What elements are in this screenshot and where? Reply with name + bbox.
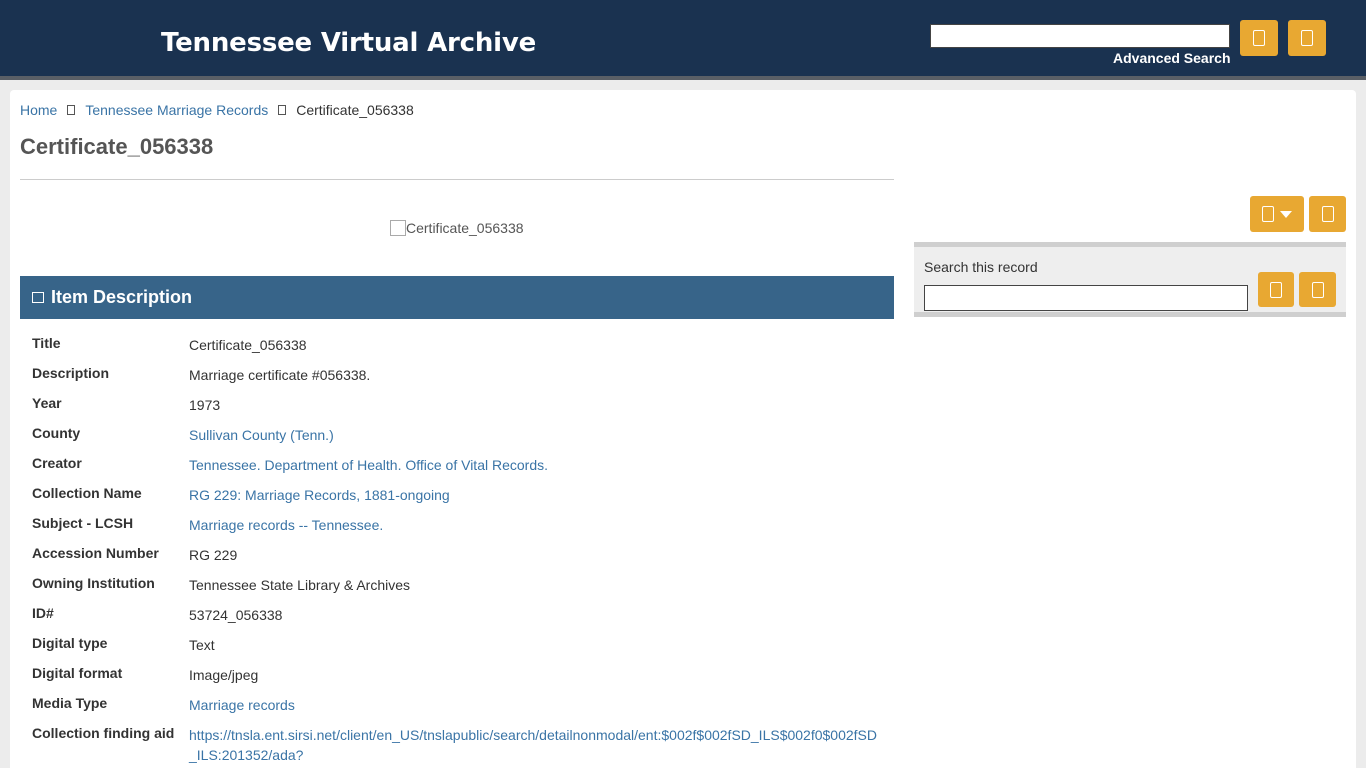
- metadata-label: Collection finding aid: [32, 725, 175, 741]
- metadata-label: Subject - LCSH: [32, 515, 134, 531]
- site-title[interactable]: Tennessee Virtual Archive: [161, 28, 536, 58]
- metadata-value: Image/jpeg: [189, 667, 259, 683]
- breadcrumb: Home Tennessee Marriage Records Certific…: [20, 102, 414, 118]
- browse-icon: [1301, 30, 1313, 46]
- search-icon: [1253, 30, 1265, 46]
- thumbnail-alt-text: Certificate_056338: [406, 220, 524, 236]
- chevron-right-icon: [278, 105, 287, 115]
- metadata-value-link[interactable]: Marriage records -- Tennessee.: [189, 515, 879, 535]
- clear-icon: [1311, 281, 1324, 298]
- metadata-label: Media Type: [32, 695, 108, 711]
- search-record-input[interactable]: [924, 285, 1248, 311]
- tools-icon: [1262, 206, 1274, 222]
- metadata-label: Title: [32, 335, 61, 351]
- metadata-label: Accession Number: [32, 545, 159, 561]
- metadata-label: Collection Name: [32, 485, 142, 501]
- metadata-row: Year 1973: [20, 387, 894, 417]
- metadata-table: Title Certificate_056338 Description Marria…: [20, 327, 894, 768]
- site-header: Tennessee Virtual Archive Advanced Searc…: [0, 0, 1366, 80]
- search-record-button[interactable]: [1258, 272, 1294, 307]
- header-search-input[interactable]: [930, 24, 1230, 48]
- metadata-label: Creator: [32, 455, 82, 471]
- metadata-row: Digital type Text: [20, 627, 894, 657]
- metadata-value-link[interactable]: Tennessee. Department of Health. Office …: [189, 455, 879, 475]
- metadata-value-link[interactable]: https://tnsla.ent.sirsi.net/client/en_US…: [189, 725, 879, 765]
- metadata-value: Marriage certificate #056338.: [189, 367, 371, 383]
- item-description-header[interactable]: Item Description: [20, 276, 894, 319]
- search-icon: [1270, 281, 1282, 298]
- metadata-label: Digital type: [32, 635, 108, 651]
- metadata-value: 1973: [189, 397, 221, 413]
- breadcrumb-home[interactable]: Home: [20, 102, 57, 118]
- collapse-icon: [32, 292, 44, 303]
- metadata-value: Text: [189, 637, 215, 653]
- metadata-row: Subject - LCSH Marriage records -- Tennes…: [20, 507, 894, 537]
- metadata-value: RG 229: [189, 547, 238, 563]
- metadata-value-link[interactable]: RG 229: Marriage Records, 1881-ongoing: [189, 485, 879, 505]
- header-browse-button[interactable]: [1288, 20, 1326, 56]
- metadata-row: County Sullivan County (Tenn.): [20, 417, 894, 447]
- breadcrumb-current: Certificate_056338: [296, 102, 414, 118]
- metadata-label: Digital format: [32, 665, 123, 681]
- metadata-row: Media Type Marriage records: [20, 687, 894, 717]
- header-search-button[interactable]: [1240, 20, 1278, 56]
- metadata-row: Creator Tennessee. Department of Health. …: [20, 447, 894, 477]
- metadata-row: ID# 53724_056338: [20, 597, 894, 627]
- metadata-label: County: [32, 425, 81, 441]
- breadcrumb-collection[interactable]: Tennessee Marriage Records: [85, 102, 268, 118]
- metadata-row: Description Marriage certificate #056338.: [20, 357, 894, 387]
- metadata-label: Description: [32, 365, 110, 381]
- metadata-row: Title Certificate_056338: [20, 327, 894, 357]
- broken-image-icon: [390, 220, 406, 236]
- metadata-label: Owning Institution: [32, 575, 155, 591]
- share-button[interactable]: [1309, 196, 1346, 232]
- metadata-label: ID#: [32, 605, 54, 621]
- metadata-value-link[interactable]: Marriage records: [189, 695, 879, 715]
- search-record-label: Search this record: [924, 259, 1038, 275]
- metadata-value: 53724_056338: [189, 607, 283, 623]
- metadata-label: Year: [32, 395, 62, 411]
- search-record-clear-button[interactable]: [1299, 272, 1336, 307]
- metadata-row: Collection Name RG 229: Marriage Records,…: [20, 477, 894, 507]
- metadata-value: Certificate_056338: [189, 337, 307, 353]
- metadata-row: Owning Institution Tennessee State Librar…: [20, 567, 894, 597]
- tools-menu-button[interactable]: [1250, 196, 1304, 232]
- advanced-search-link[interactable]: Advanced Search: [1113, 50, 1231, 66]
- page-title: Certificate_056338: [20, 134, 214, 159]
- chevron-right-icon: [67, 105, 76, 115]
- search-record-box: Search this record: [914, 242, 1346, 317]
- metadata-row: Accession Number RG 229: [20, 537, 894, 567]
- share-icon: [1321, 206, 1334, 222]
- metadata-row: Collection finding aid https://tnsla.ent.…: [20, 717, 894, 768]
- title-divider: [20, 179, 894, 180]
- metadata-value-link[interactable]: Sullivan County (Tenn.): [189, 425, 879, 445]
- item-thumbnail[interactable]: Certificate_056338: [390, 220, 524, 236]
- item-description-title: Item Description: [51, 287, 193, 307]
- metadata-value: Tennessee State Library & Archives: [189, 577, 411, 593]
- metadata-row: Digital format Image/jpeg: [20, 657, 894, 687]
- caret-down-icon: [1280, 210, 1292, 218]
